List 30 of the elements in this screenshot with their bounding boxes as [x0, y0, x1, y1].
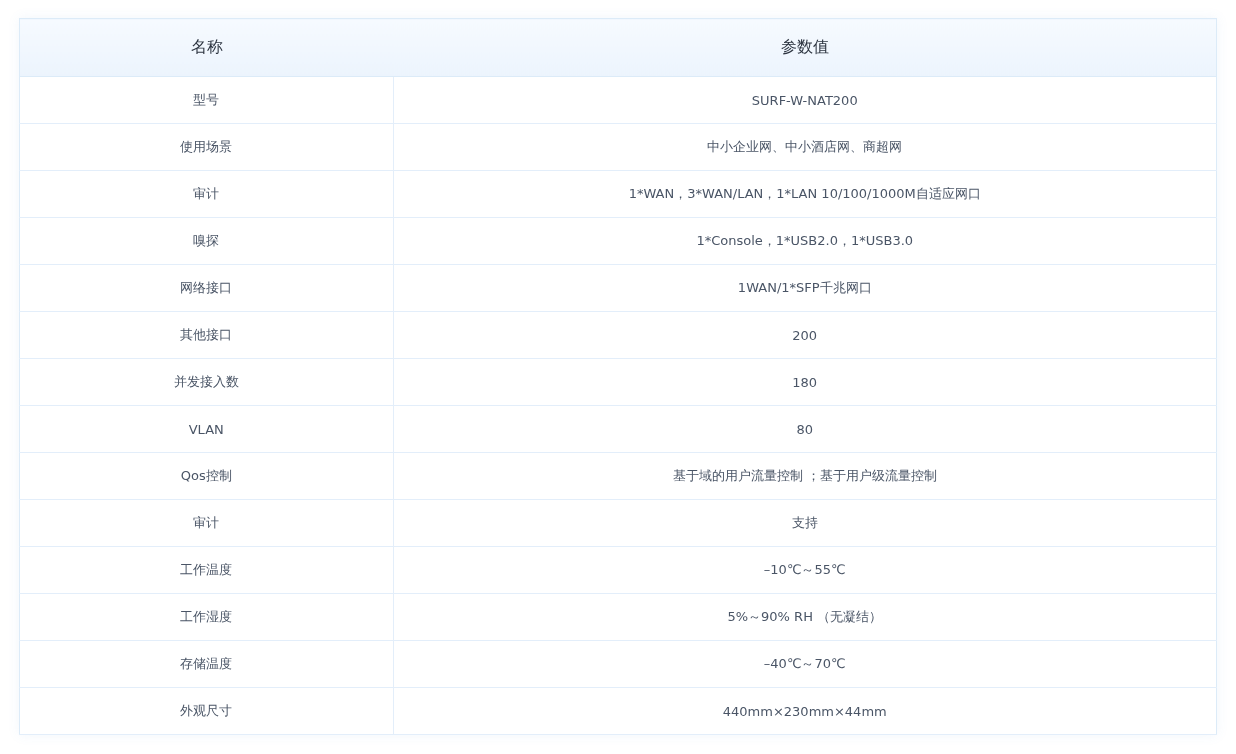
table-cell: 1WAN/1*SFP千兆网口: [393, 264, 1217, 312]
table-cell: 200: [393, 311, 1217, 359]
table-cell: 外观尺寸: [19, 687, 393, 735]
table-cell: 型号: [19, 76, 393, 124]
table-cell: Qos控制: [19, 452, 393, 500]
table-cell: 5%～90% RH （无凝结）: [393, 593, 1217, 641]
table-cell: –40℃～70℃: [393, 640, 1217, 688]
column-header: 名称: [19, 18, 393, 77]
table-cell: 嗅探: [19, 217, 393, 265]
table-cell: 并发接入数: [19, 358, 393, 406]
table-cell: 存储温度: [19, 640, 393, 688]
table-cell: 审计: [19, 499, 393, 547]
table-cell: 网络接口: [19, 264, 393, 312]
table-cell: 1*Console，1*USB2.0，1*USB3.0: [393, 217, 1217, 265]
table-cell: 1*WAN，3*WAN/LAN，1*LAN 10/100/1000M自适应网口: [393, 170, 1217, 218]
table-cell: 中小企业网、中小酒店网、商超网: [393, 123, 1217, 171]
table-cell: 80: [393, 405, 1217, 453]
table-cell: 审计: [19, 170, 393, 218]
table-cell: 基于域的用户流量控制 ；基于用户级流量控制: [393, 452, 1217, 500]
table-cell: 440mm×230mm×44mm: [393, 687, 1217, 735]
table-cell: 工作湿度: [19, 593, 393, 641]
table-cell: VLAN: [19, 405, 393, 453]
table-cell: 180: [393, 358, 1217, 406]
table-cell: 使用场景: [19, 123, 393, 171]
table-cell: 其他接口: [19, 311, 393, 359]
table-cell: 支持: [393, 499, 1217, 547]
column-header: 参数值: [393, 18, 1217, 77]
table-cell: 工作温度: [19, 546, 393, 594]
table-cell: SURF-W-NAT200: [393, 76, 1217, 124]
table-cell: –10℃～55℃: [393, 546, 1217, 594]
